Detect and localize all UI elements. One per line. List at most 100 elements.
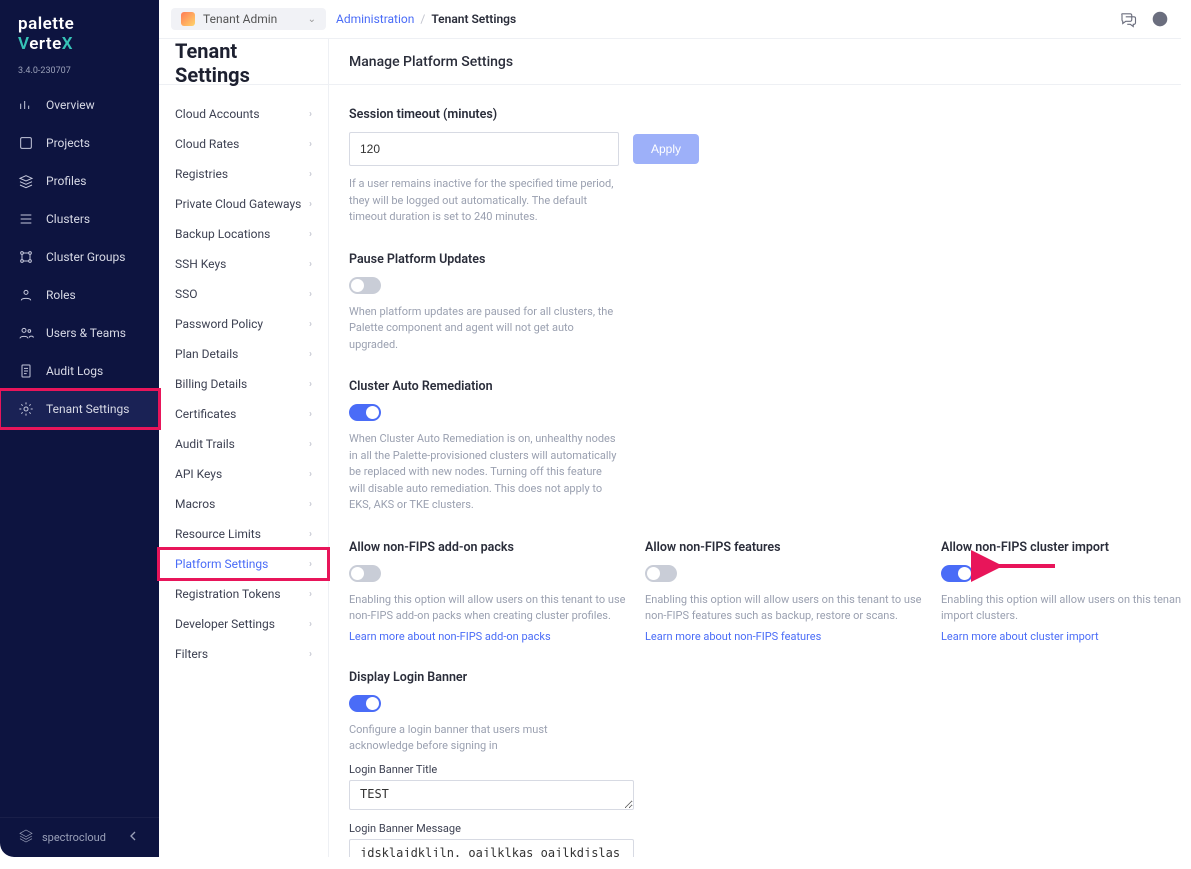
banner-title-label: Login Banner Title [349, 763, 1161, 776]
chevron-right-icon: › [309, 229, 312, 240]
settings-item-label: Password Policy [175, 317, 263, 331]
settings-item-registries[interactable]: Registries› [159, 159, 328, 189]
apply-button[interactable]: Apply [633, 134, 699, 164]
fips-features-toggle[interactable] [645, 565, 677, 582]
nav-item-users-teams[interactable]: Users & Teams [0, 314, 159, 352]
arrow-annotation [985, 558, 1055, 578]
nav-item-roles[interactable]: Roles [0, 276, 159, 314]
nav-item-profiles[interactable]: Profiles [0, 162, 159, 200]
settings-item-label: Cloud Rates [175, 137, 239, 151]
section-session-timeout: Session timeout (minutes) Apply If a use… [349, 107, 1161, 226]
fips-features-help: Enabling this option will allow users on… [645, 592, 925, 625]
settings-item-label: Plan Details [175, 347, 238, 361]
version-text: 3.4.0-230707 [0, 60, 159, 86]
fips-import-title: Allow non-FIPS cluster import [941, 540, 1181, 555]
page-subtitle: Manage Platform Settings [349, 54, 513, 70]
nav-label: Users & Teams [46, 326, 126, 340]
nav-item-clusters[interactable]: Clusters [0, 200, 159, 238]
nav-item-audit-logs[interactable]: Audit Logs [0, 352, 159, 390]
tile-icon [18, 135, 34, 151]
brand-line1: palette [18, 14, 141, 34]
fips-features-title: Allow non-FIPS features [645, 540, 925, 555]
chevron-right-icon: › [309, 379, 312, 390]
spectro-logo-icon [18, 828, 34, 847]
settings-item-resource-limits[interactable]: Resource Limits › [159, 519, 328, 549]
nav-label: Roles [46, 288, 76, 302]
login-banner-toggle[interactable] [349, 695, 381, 712]
section-pause-updates: Pause Platform Updates When platform upd… [349, 252, 1161, 354]
chevron-right-icon: › [309, 529, 312, 540]
breadcrumb: Administration / Tenant Settings [336, 12, 516, 26]
settings-item-label: SSH Keys [175, 257, 226, 271]
fips-import-link[interactable]: Learn more about cluster import [941, 630, 1099, 643]
chevron-right-icon: › [309, 649, 312, 660]
settings-item-plan-details[interactable]: Plan Details› [159, 339, 328, 369]
fips-packs-title: Allow non-FIPS add-on packs [349, 540, 629, 555]
settings-item-filters[interactable]: Filters› [159, 639, 328, 669]
main-panel: Manage Platform Settings Session timeout… [329, 39, 1181, 857]
person-icon [18, 287, 34, 303]
settings-item-api-keys[interactable]: API Keys› [159, 459, 328, 489]
breadcrumb-current: Tenant Settings [431, 12, 516, 26]
settings-item-platform-settings[interactable]: Platform Settings› [159, 549, 328, 579]
collapse-sidebar-icon[interactable] [125, 828, 141, 847]
fips-packs-link[interactable]: Learn more about non-FIPS add-on packs [349, 630, 551, 643]
fips-row: Allow non-FIPS add-on packs Enabling thi… [349, 540, 1161, 644]
grid-icon [18, 211, 34, 227]
nav-item-tenant-settings[interactable]: Tenant Settings [0, 390, 159, 428]
settings-subnav: Tenant Settings Cloud Accounts›Cloud Rat… [159, 39, 329, 857]
banner-title: Display Login Banner [349, 670, 1161, 685]
nav-item-overview[interactable]: Overview [0, 86, 159, 124]
banner-title-input[interactable] [349, 780, 634, 810]
session-title: Session timeout (minutes) [349, 107, 1161, 122]
settings-item-sso[interactable]: SSO › [159, 279, 328, 309]
settings-item-label: Resource Limits [175, 527, 261, 541]
fips-packs-help: Enabling this option will allow users on… [349, 592, 629, 625]
chevron-right-icon: › [309, 469, 312, 480]
settings-item-private-cloud-gateways[interactable]: Private Cloud Gateways› [159, 189, 328, 219]
nav-item-cluster-groups[interactable]: Cluster Groups [0, 238, 159, 276]
chevron-right-icon: › [309, 619, 312, 630]
settings-item-developer-settings[interactable]: Developer Settings› [159, 609, 328, 639]
nav-label: Audit Logs [46, 364, 103, 378]
settings-item-label: SSO [175, 287, 198, 301]
settings-item-registration-tokens[interactable]: Registration Tokens› [159, 579, 328, 609]
settings-item-password-policy[interactable]: Password Policy› [159, 309, 328, 339]
chevron-right-icon: › [309, 199, 312, 210]
chevron-right-icon: › [309, 259, 312, 270]
top-actions: ? [1119, 10, 1169, 28]
settings-item-backup-locations[interactable]: Backup Locations› [159, 219, 328, 249]
nav-item-projects[interactable]: Projects [0, 124, 159, 162]
settings-item-cloud-accounts[interactable]: Cloud Accounts› [159, 99, 328, 129]
settings-item-label: Macros [175, 497, 215, 511]
nav-label: Profiles [46, 174, 87, 188]
page-title: Tenant Settings [159, 23, 328, 101]
nav-label: Cluster Groups [46, 250, 125, 264]
banner-help: Configure a login banner that users must… [349, 722, 609, 755]
settings-item-ssh-keys[interactable]: SSH Keys › [159, 249, 328, 279]
bars-icon [18, 97, 34, 113]
main-header: Manage Platform Settings [329, 39, 1181, 85]
settings-item-billing-details[interactable]: Billing Details› [159, 369, 328, 399]
settings-item-macros[interactable]: Macros › [159, 489, 328, 519]
chevron-right-icon: › [309, 289, 312, 300]
gear-icon [18, 401, 34, 417]
chat-icon[interactable] [1119, 10, 1137, 28]
sidebar: palette VerteX 3.4.0-230707 OverviewProj… [0, 0, 159, 857]
chevron-right-icon: › [309, 499, 312, 510]
fips-import-toggle[interactable] [941, 565, 973, 582]
people-icon [18, 325, 34, 341]
section-login-banner: Display Login Banner Configure a login b… [349, 670, 1161, 858]
help-icon[interactable]: ? [1151, 10, 1169, 28]
fips-features-link[interactable]: Learn more about non-FIPS features [645, 630, 821, 643]
session-timeout-input[interactable] [349, 132, 619, 166]
banner-msg-input[interactable] [349, 839, 634, 858]
pause-updates-toggle[interactable] [349, 277, 381, 294]
settings-item-certificates[interactable]: Certificates› [159, 399, 328, 429]
auto-remediation-toggle[interactable] [349, 404, 381, 421]
settings-item-audit-trails[interactable]: Audit Trails› [159, 429, 328, 459]
fips-packs-toggle[interactable] [349, 565, 381, 582]
breadcrumb-root[interactable]: Administration [336, 12, 414, 26]
chevron-right-icon: › [309, 409, 312, 420]
settings-item-cloud-rates[interactable]: Cloud Rates› [159, 129, 328, 159]
